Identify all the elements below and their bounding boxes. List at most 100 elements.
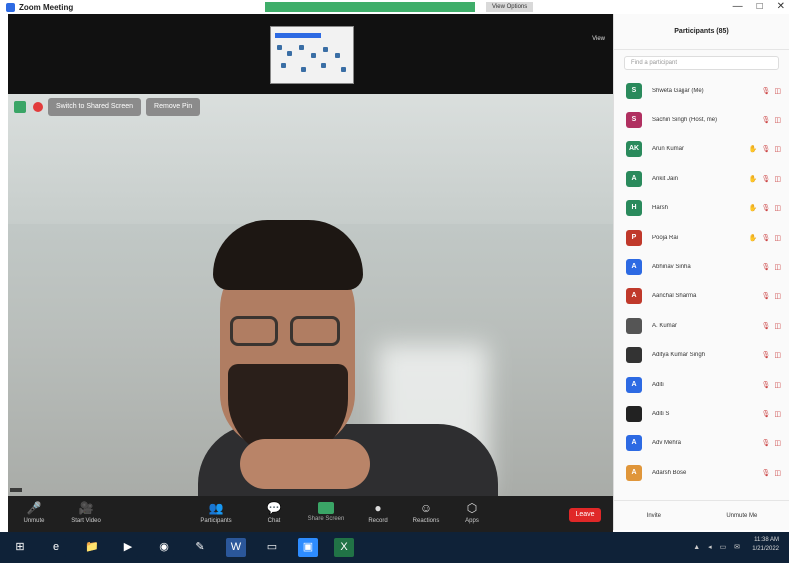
avatar: A bbox=[626, 376, 642, 393]
participant-row[interactable]: A Abhinav Sinha 🎙 ◫ bbox=[614, 252, 789, 281]
participant-row[interactable]: A Aanchal Sharma 🎙 ◫ bbox=[614, 282, 789, 311]
windows-start-icon[interactable]: ⊞ bbox=[10, 538, 30, 557]
participant-name: Adarsh Bose bbox=[652, 469, 687, 476]
muted-mic-icon: 🎙 bbox=[761, 410, 771, 418]
participants-icon: 👥 bbox=[208, 501, 224, 515]
participant-row[interactable]: A Ankit Jain ✋ 🎙 ◫ bbox=[614, 164, 789, 193]
avatar bbox=[626, 317, 642, 334]
file-explorer-icon[interactable]: 📁 bbox=[82, 538, 102, 557]
apps-icon: ⬡ bbox=[466, 501, 478, 515]
unmute-me-button[interactable]: Unmute Me bbox=[726, 513, 757, 519]
record-button[interactable]: ● Record bbox=[356, 500, 400, 524]
participant-name: Ankit Jain bbox=[652, 175, 679, 182]
leave-button[interactable]: Leave bbox=[569, 508, 601, 522]
unmute-button[interactable]: 🎤 Unmute bbox=[12, 500, 56, 524]
media-player-icon[interactable]: ▶ bbox=[118, 538, 138, 557]
participant-name: Aditya Kumar Singh bbox=[652, 352, 706, 359]
participant-name: Adv Mehra bbox=[652, 440, 682, 447]
apps-button[interactable]: ⬡ Apps bbox=[450, 500, 494, 524]
avatar bbox=[626, 405, 642, 422]
minimize-icon[interactable]: — bbox=[733, 1, 743, 12]
video-off-icon: ◫ bbox=[774, 264, 781, 272]
clock-time[interactable]: 11:38 AM bbox=[752, 536, 779, 545]
avatar: A bbox=[626, 259, 642, 276]
participant-row[interactable]: A. Kumar 🎙 ◫ bbox=[614, 311, 789, 340]
muted-mic-icon: 🎙 bbox=[761, 146, 771, 154]
recording-icon bbox=[33, 102, 43, 112]
participant-search-input[interactable]: Find a participant bbox=[624, 56, 779, 70]
raised-hand-icon: ✋ bbox=[748, 146, 758, 154]
view-options-button[interactable]: View Options bbox=[486, 2, 534, 12]
muted-mic-icon: 🎙 bbox=[761, 205, 771, 213]
muted-mic-icon: 🎙 bbox=[761, 234, 771, 242]
video-off-icon: ◫ bbox=[774, 205, 781, 213]
avatar: A bbox=[626, 288, 642, 305]
maximize-icon[interactable]: □ bbox=[757, 1, 763, 12]
video-off-icon: ◫ bbox=[774, 322, 781, 330]
window-title-bar: Zoom Meeting View Options — □ ✕ bbox=[0, 0, 789, 14]
video-off-icon: ◫ bbox=[774, 146, 781, 154]
participant-row[interactable]: S Sachin Singh (Host, me) 🎙 ◫ bbox=[614, 105, 789, 134]
participant-name: Arun Kumar bbox=[652, 146, 685, 153]
main-video-feed: Switch to Shared Screen Remove Pin bbox=[8, 94, 613, 496]
participant-name: Abhinav Sinha bbox=[652, 264, 691, 271]
chrome-icon[interactable]: ◉ bbox=[154, 538, 174, 557]
zoom-app-icon bbox=[6, 2, 15, 12]
participant-name: Sachin Singh (Host, me) bbox=[652, 117, 718, 124]
video-off-icon: ◫ bbox=[774, 234, 781, 242]
window-title: Zoom Meeting bbox=[19, 2, 74, 12]
participant-row[interactable]: S Shweta Gajjar (Me) 🎙 ◫ bbox=[614, 76, 789, 105]
participants-button[interactable]: 👥 Participants bbox=[194, 500, 238, 524]
participant-name: Aditi bbox=[652, 381, 664, 388]
participants-panel-title: Participants (85) bbox=[614, 14, 789, 50]
start-video-button[interactable]: 🎥 Start Video bbox=[64, 500, 108, 524]
raised-hand-icon: ✋ bbox=[748, 234, 758, 242]
microphone-icon: 🎤 bbox=[26, 501, 42, 515]
participant-row[interactable]: A Aditi 🎙 ◫ bbox=[614, 370, 789, 399]
participant-row[interactable]: Aditya Kumar Singh 🎙 ◫ bbox=[614, 341, 789, 370]
switch-to-shared-screen-button[interactable]: Switch to Shared Screen bbox=[48, 98, 142, 116]
avatar bbox=[626, 347, 642, 364]
avatar: A bbox=[626, 435, 642, 452]
avatar: S bbox=[626, 82, 642, 99]
participant-name: A. Kumar bbox=[652, 322, 678, 329]
word-icon[interactable]: W bbox=[226, 538, 246, 557]
internet-explorer-icon[interactable]: e bbox=[46, 538, 66, 557]
close-icon[interactable]: ✕ bbox=[777, 1, 785, 12]
paint-icon[interactable]: ✎ bbox=[190, 538, 210, 557]
security-shield-icon[interactable] bbox=[14, 101, 26, 113]
gallery-view-label[interactable]: View bbox=[592, 36, 605, 42]
muted-mic-icon: 🎙 bbox=[761, 469, 771, 477]
video-off-icon: ◫ bbox=[774, 469, 781, 477]
participant-row[interactable]: A Adv Mehra 🎙 ◫ bbox=[614, 429, 789, 458]
chat-icon: 💬 bbox=[266, 501, 282, 515]
participant-row[interactable]: P Pooja Rai ✋ 🎙 ◫ bbox=[614, 223, 789, 252]
avatar: S bbox=[626, 112, 642, 129]
muted-mic-icon: 🎙 bbox=[761, 264, 771, 272]
zoom-icon[interactable]: ▣ bbox=[298, 538, 318, 557]
gallery-strip: View bbox=[8, 14, 613, 94]
chat-button[interactable]: 💬 Chat bbox=[252, 500, 296, 524]
video-off-icon: ◫ bbox=[774, 381, 781, 389]
video-camera-icon: 🎥 bbox=[78, 501, 94, 515]
participant-row[interactable]: AK Arun Kumar ✋ 🎙 ◫ bbox=[614, 135, 789, 164]
excel-icon[interactable]: X bbox=[334, 538, 354, 557]
monitor-icon[interactable]: ▭ bbox=[262, 538, 282, 557]
participant-row[interactable]: A Adarsh Bose 🎙 ◫ bbox=[614, 458, 789, 487]
participant-row[interactable]: H Harsh ✋ 🎙 ◫ bbox=[614, 194, 789, 223]
participant-name: Pooja Rai bbox=[652, 234, 679, 241]
reactions-button[interactable]: ☺ Reactions bbox=[404, 500, 448, 524]
windows-taskbar: ▲ ◂ ▭ ✉ 11:38 AM 1/21/2022 ⊞ e 📁 ▶ ◉ ✎ W ▭ ▣ X bbox=[0, 532, 789, 563]
clock-date[interactable]: 1/21/2022 bbox=[752, 545, 779, 554]
avatar: AK bbox=[626, 141, 642, 158]
video-off-icon: ◫ bbox=[774, 410, 781, 418]
remove-pin-button[interactable]: Remove Pin bbox=[146, 98, 201, 116]
muted-mic-icon: 🎙 bbox=[761, 322, 771, 330]
system-tray-icons[interactable]: ▲ ◂ ▭ ✉ bbox=[693, 543, 743, 551]
participant-row[interactable]: Aditi S 🎙 ◫ bbox=[614, 399, 789, 428]
share-screen-button[interactable]: Share Screen bbox=[304, 500, 348, 522]
raised-hand-icon: ✋ bbox=[748, 175, 758, 183]
shared-screen-thumbnail[interactable] bbox=[270, 26, 354, 84]
muted-mic-icon: 🎙 bbox=[761, 440, 771, 448]
invite-button[interactable]: Invite bbox=[647, 513, 661, 519]
